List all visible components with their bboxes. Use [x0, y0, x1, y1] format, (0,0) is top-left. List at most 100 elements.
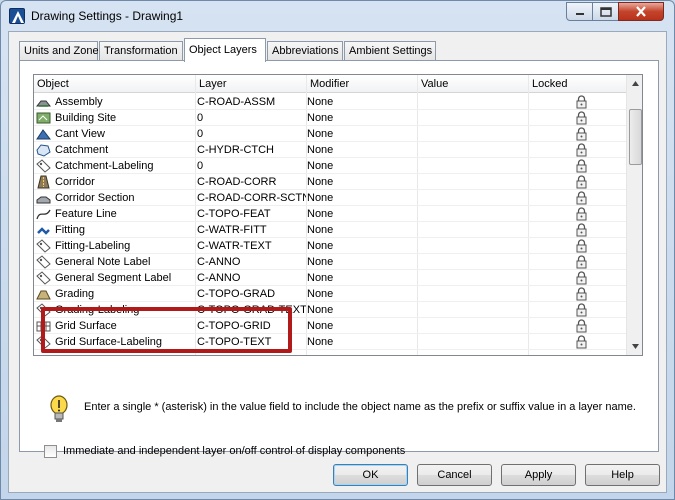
- layer-cell[interactable]: C-TOPO-GRAD: [196, 286, 306, 302]
- modifier-cell[interactable]: None: [307, 318, 417, 334]
- value-cell[interactable]: [418, 190, 528, 206]
- modifier-cell[interactable]: None: [307, 190, 417, 206]
- table-row[interactable]: Cant View 0 None: [34, 126, 626, 142]
- value-cell[interactable]: [418, 110, 528, 126]
- locked-cell[interactable]: [529, 206, 625, 222]
- lock-icon[interactable]: [576, 191, 587, 206]
- column-header-layer[interactable]: Layer: [196, 75, 307, 93]
- layer-cell[interactable]: C-ROAD-ASSM: [196, 94, 306, 110]
- locked-cell[interactable]: [529, 126, 625, 142]
- lock-icon[interactable]: [576, 207, 587, 222]
- locked-cell[interactable]: [529, 334, 625, 350]
- value-cell[interactable]: [418, 254, 528, 270]
- table-row[interactable]: Fitting-Labeling C-WATR-TEXT None: [34, 238, 626, 254]
- locked-cell[interactable]: [529, 190, 625, 206]
- modifier-cell[interactable]: None: [307, 206, 417, 222]
- lock-icon[interactable]: [576, 303, 587, 318]
- object-cell[interactable]: Corridor Section: [34, 190, 194, 206]
- layer-cell[interactable]: 0: [196, 158, 306, 174]
- layer-cell[interactable]: C-WATR-FITT: [196, 222, 306, 238]
- object-cell[interactable]: Fitting-Labeling: [34, 238, 194, 254]
- minimize-button[interactable]: [566, 2, 593, 21]
- locked-cell[interactable]: [529, 94, 625, 110]
- object-cell[interactable]: Feature Line: [34, 206, 194, 222]
- value-cell[interactable]: [418, 206, 528, 222]
- lock-icon[interactable]: [576, 159, 587, 174]
- value-cell[interactable]: [418, 174, 528, 190]
- locked-cell[interactable]: [529, 270, 625, 286]
- layer-cell[interactable]: C-ANNO: [196, 254, 306, 270]
- lock-icon[interactable]: [576, 319, 587, 334]
- lock-icon[interactable]: [576, 271, 587, 286]
- table-row[interactable]: Corridor Section C-ROAD-CORR-SCTN None: [34, 190, 626, 206]
- modifier-cell[interactable]: None: [307, 142, 417, 158]
- modifier-cell[interactable]: None: [307, 174, 417, 190]
- modifier-cell[interactable]: None: [307, 94, 417, 110]
- lock-icon[interactable]: [576, 175, 587, 190]
- tab-object-layers[interactable]: Object Layers: [184, 38, 266, 62]
- object-cell[interactable]: Cant View: [34, 126, 194, 142]
- modifier-cell[interactable]: None: [307, 254, 417, 270]
- layer-cell[interactable]: C-WATR-TEXT: [196, 238, 306, 254]
- object-cell[interactable]: Fitting: [34, 222, 194, 238]
- table-row[interactable]: Feature Line C-TOPO-FEAT None: [34, 206, 626, 222]
- lock-icon[interactable]: [576, 239, 587, 254]
- close-button[interactable]: [618, 2, 664, 21]
- layer-cell[interactable]: 0: [196, 126, 306, 142]
- layer-control-checkbox-label[interactable]: Immediate and independent layer on/off c…: [63, 445, 405, 457]
- table-row[interactable]: Building Site 0 None: [34, 110, 626, 126]
- help-button[interactable]: Help: [585, 464, 660, 486]
- locked-cell[interactable]: [529, 110, 625, 126]
- locked-cell[interactable]: [529, 222, 625, 238]
- locked-cell[interactable]: [529, 286, 625, 302]
- table-row[interactable]: Assembly C-ROAD-ASSM None: [34, 94, 626, 110]
- scroll-up-button[interactable]: [627, 75, 642, 92]
- table-row[interactable]: Catchment-Labeling 0 None: [34, 158, 626, 174]
- lock-icon[interactable]: [576, 127, 587, 142]
- value-cell[interactable]: [418, 222, 528, 238]
- column-header-value[interactable]: Value: [418, 75, 529, 93]
- value-cell[interactable]: [418, 286, 528, 302]
- modifier-cell[interactable]: None: [307, 222, 417, 238]
- modifier-cell[interactable]: None: [307, 334, 417, 350]
- object-cell[interactable]: General Note Label: [34, 254, 194, 270]
- scrollbar-thumb[interactable]: [629, 109, 642, 165]
- column-header-object[interactable]: Object: [34, 75, 196, 93]
- layer-cell[interactable]: C-ROAD-CORR-SCTN: [196, 190, 306, 206]
- value-cell[interactable]: [418, 334, 528, 350]
- modifier-cell[interactable]: None: [307, 302, 417, 318]
- layer-cell[interactable]: C-TOPO-FEAT: [196, 206, 306, 222]
- locked-cell[interactable]: [529, 158, 625, 174]
- table-row[interactable]: Catchment C-HYDR-CTCH None: [34, 142, 626, 158]
- modifier-cell[interactable]: None: [307, 286, 417, 302]
- locked-cell[interactable]: [529, 174, 625, 190]
- tab-abbreviations[interactable]: Abbreviations: [267, 41, 343, 61]
- modifier-cell[interactable]: None: [307, 110, 417, 126]
- scroll-down-button[interactable]: [627, 338, 642, 355]
- tab-units-and-zone[interactable]: Units and Zone: [19, 41, 99, 61]
- table-row[interactable]: Corridor C-ROAD-CORR None: [34, 174, 626, 190]
- modifier-cell[interactable]: None: [307, 270, 417, 286]
- layer-cell[interactable]: C-ROAD-CORR: [196, 174, 306, 190]
- tab-ambient-settings[interactable]: Ambient Settings: [344, 41, 436, 61]
- lock-icon[interactable]: [576, 255, 587, 270]
- layer-cell[interactable]: C-ANNO: [196, 270, 306, 286]
- value-cell[interactable]: [418, 238, 528, 254]
- vertical-scrollbar[interactable]: [626, 75, 642, 355]
- table-row[interactable]: Grading C-TOPO-GRAD None: [34, 286, 626, 302]
- object-cell[interactable]: Grading: [34, 286, 194, 302]
- object-cell[interactable]: Building Site: [34, 110, 194, 126]
- locked-cell[interactable]: [529, 238, 625, 254]
- locked-cell[interactable]: [529, 254, 625, 270]
- column-header-modifier[interactable]: Modifier: [307, 75, 418, 93]
- maximize-button[interactable]: [592, 2, 619, 21]
- value-cell[interactable]: [418, 302, 528, 318]
- object-cell[interactable]: Catchment: [34, 142, 194, 158]
- table-row[interactable]: General Segment Label C-ANNO None: [34, 270, 626, 286]
- cancel-button[interactable]: Cancel: [417, 464, 492, 486]
- value-cell[interactable]: [418, 318, 528, 334]
- table-row[interactable]: Fitting C-WATR-FITT None: [34, 222, 626, 238]
- value-cell[interactable]: [418, 94, 528, 110]
- lock-icon[interactable]: [576, 111, 587, 126]
- lock-icon[interactable]: [576, 335, 587, 350]
